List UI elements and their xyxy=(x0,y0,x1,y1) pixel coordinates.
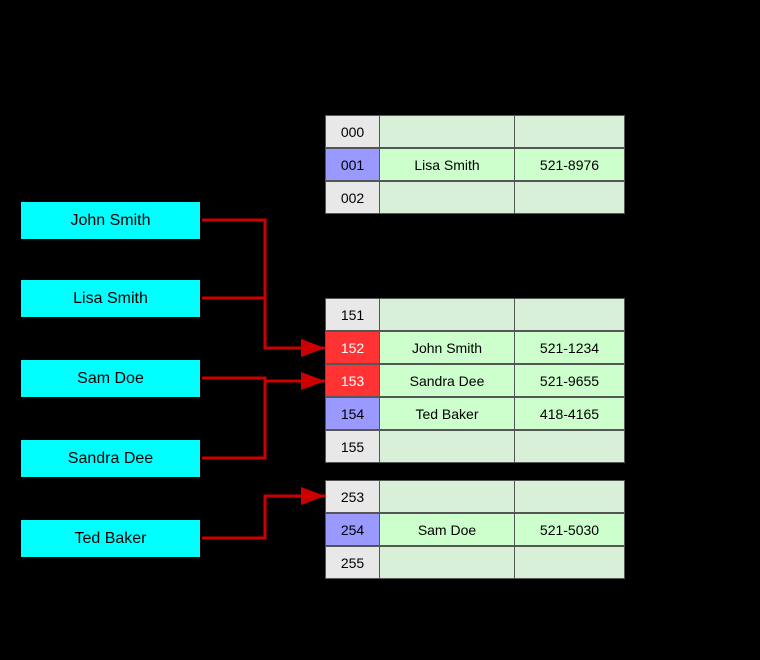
table-row: 153 Sandra Dee 521-9655 xyxy=(325,364,625,397)
table-row: 151 xyxy=(325,298,625,331)
name-box-lisa-smith: Lisa Smith xyxy=(19,278,202,319)
cell-index-151: 151 xyxy=(325,298,380,331)
table-row: 001 Lisa Smith 521-8976 xyxy=(325,148,625,181)
cell-phone-001: 521-8976 xyxy=(515,148,625,181)
cell-index-000: 000 xyxy=(325,115,380,148)
cell-name-152: John Smith xyxy=(380,331,515,364)
cell-phone-000 xyxy=(515,115,625,148)
table-row: 152 John Smith 521-1234 xyxy=(325,331,625,364)
name-label-ted-baker: Ted Baker xyxy=(74,530,146,548)
cell-index-152: 152 xyxy=(325,331,380,364)
arrow-lisa-to-152 xyxy=(202,298,325,348)
cell-index-002: 002 xyxy=(325,181,380,214)
arrow-sandra-to-153 xyxy=(202,381,325,458)
table-row: 255 xyxy=(325,546,625,579)
main-container: John Smith Lisa Smith Sam Doe Sandra Dee… xyxy=(0,0,760,660)
cell-phone-255 xyxy=(515,546,625,579)
cell-phone-152: 521-1234 xyxy=(515,331,625,364)
cell-index-154: 154 xyxy=(325,397,380,430)
cell-name-253 xyxy=(380,480,515,513)
cell-name-000 xyxy=(380,115,515,148)
table-group-253: 253 254 Sam Doe 521-5030 255 xyxy=(325,480,625,579)
cell-name-155 xyxy=(380,430,515,463)
cell-phone-153: 521-9655 xyxy=(515,364,625,397)
arrow-sam-to-153 xyxy=(202,378,325,381)
table-row: 154 Ted Baker 418-4165 xyxy=(325,397,625,430)
cell-phone-155 xyxy=(515,430,625,463)
table-group-151: 151 152 John Smith 521-1234 153 Sandra D… xyxy=(325,298,625,463)
arrow-john-to-152 xyxy=(202,220,325,348)
table-row: 155 xyxy=(325,430,625,463)
cell-phone-151 xyxy=(515,298,625,331)
cell-phone-253 xyxy=(515,480,625,513)
table-group-000: 000 001 Lisa Smith 521-8976 002 xyxy=(325,115,625,214)
name-box-sandra-dee: Sandra Dee xyxy=(19,438,202,479)
cell-index-153: 153 xyxy=(325,364,380,397)
table-row: 253 xyxy=(325,480,625,513)
cell-phone-154: 418-4165 xyxy=(515,397,625,430)
name-label-john-smith: John Smith xyxy=(70,212,150,230)
name-box-sam-doe: Sam Doe xyxy=(19,358,202,399)
name-box-john-smith: John Smith xyxy=(19,200,202,241)
name-label-sandra-dee: Sandra Dee xyxy=(68,450,153,468)
cell-name-153: Sandra Dee xyxy=(380,364,515,397)
cell-name-254: Sam Doe xyxy=(380,513,515,546)
cell-index-253: 253 xyxy=(325,480,380,513)
cell-index-255: 255 xyxy=(325,546,380,579)
table-row: 000 xyxy=(325,115,625,148)
cell-name-154: Ted Baker xyxy=(380,397,515,430)
cell-index-001: 001 xyxy=(325,148,380,181)
cell-name-001: Lisa Smith xyxy=(380,148,515,181)
name-box-ted-baker: Ted Baker xyxy=(19,518,202,559)
cell-name-002 xyxy=(380,181,515,214)
arrow-ted-to-253 xyxy=(202,496,325,538)
cell-index-254: 254 xyxy=(325,513,380,546)
cell-phone-002 xyxy=(515,181,625,214)
cell-name-151 xyxy=(380,298,515,331)
table-row: 254 Sam Doe 521-5030 xyxy=(325,513,625,546)
cell-phone-254: 521-5030 xyxy=(515,513,625,546)
name-label-lisa-smith: Lisa Smith xyxy=(73,290,148,308)
cell-name-255 xyxy=(380,546,515,579)
name-label-sam-doe: Sam Doe xyxy=(77,370,144,388)
table-row: 002 xyxy=(325,181,625,214)
cell-index-155: 155 xyxy=(325,430,380,463)
